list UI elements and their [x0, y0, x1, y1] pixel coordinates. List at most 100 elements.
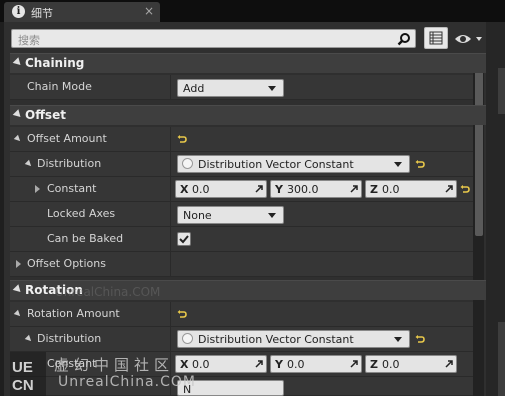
column-divider[interactable] [170, 202, 171, 226]
property-label: Chain Mode [27, 80, 92, 93]
property-row-rotation-distribution: Distribution Distribution Vector Constan… [10, 327, 473, 352]
class-radio-icon [182, 333, 193, 344]
dropdown-value: None [183, 209, 212, 222]
drag-handle-icon[interactable] [255, 185, 263, 193]
search-icon[interactable] [397, 32, 411, 46]
dropdown-value: Add [183, 82, 205, 95]
property-label: Constant [47, 182, 97, 195]
search-placeholder: 搜索 [18, 34, 40, 47]
reset-to-default-icon[interactable] [460, 184, 470, 194]
column-divider[interactable] [170, 227, 171, 251]
watermark-chinese-text: 虚幻中国社区 [54, 356, 175, 374]
svg-text:UE: UE [12, 359, 33, 376]
axis-value: 0.0 [287, 358, 305, 371]
drag-handle-icon[interactable] [350, 360, 358, 368]
axis-label: X [180, 183, 189, 196]
property-label: Can be Baked [47, 232, 124, 245]
drag-handle-icon[interactable] [350, 185, 358, 193]
collapse-arrow-icon [12, 109, 24, 120]
dropdown-value: Distribution Vector Constant [198, 333, 354, 346]
tab-title: 细节 [31, 7, 53, 20]
column-divider[interactable] [170, 302, 171, 326]
chevron-down-icon [394, 162, 402, 167]
chevron-down-icon [394, 337, 402, 342]
rotation-distribution-dropdown[interactable]: Distribution Vector Constant [177, 330, 410, 348]
close-icon[interactable]: × [144, 4, 154, 18]
right-edge-block [498, 68, 505, 114]
list-view-icon [429, 31, 443, 45]
property-row-chain-mode: Chain Mode Add [10, 75, 473, 100]
category-chaining[interactable]: Chaining [10, 53, 486, 73]
property-label: Rotation Amount [27, 307, 120, 320]
reset-to-default-icon[interactable] [415, 159, 425, 169]
right-edge [486, 22, 505, 396]
expand-arrow-icon[interactable] [16, 260, 21, 268]
scrollbar-thumb[interactable] [475, 56, 483, 236]
tab-bar: i 细节 × [0, 0, 505, 22]
axis-label: Y [275, 183, 283, 196]
axis-label: Z [370, 183, 378, 196]
vector-y-field[interactable]: Y 300.0 [270, 180, 362, 198]
can-be-baked-checkbox[interactable] [177, 232, 191, 246]
column-divider[interactable] [170, 75, 171, 99]
info-icon: i [12, 5, 25, 18]
watermark-english-text: UnrealChina.COM [58, 374, 196, 390]
search-input[interactable]: 搜索 [11, 29, 416, 48]
reset-to-default-icon[interactable] [177, 309, 187, 319]
column-divider[interactable] [170, 327, 171, 351]
column-divider[interactable] [170, 252, 171, 276]
right-edge-block [498, 322, 505, 396]
expand-arrow-icon[interactable] [35, 185, 40, 193]
locked-axes-dropdown[interactable]: None [177, 206, 284, 224]
axis-label: Y [275, 358, 283, 371]
column-divider[interactable] [170, 152, 171, 176]
property-row-constant: Constant X 0.0 Y 300.0 Z 0.0 [10, 177, 473, 202]
drag-handle-icon[interactable] [445, 185, 453, 193]
axis-value: 0.0 [382, 183, 400, 196]
property-row-distribution: Distribution Distribution Vector Constan… [10, 152, 473, 177]
property-row-locked-axes: Locked Axes None [10, 202, 473, 227]
svg-text:CN: CN [12, 377, 34, 394]
checkmark-icon [179, 235, 189, 244]
property-row-offset-options: Offset Options [10, 252, 473, 277]
visibility-eye-icon[interactable] [453, 31, 485, 47]
drag-handle-icon[interactable] [445, 360, 453, 368]
property-label: Distribution [37, 332, 102, 345]
property-label: Locked Axes [47, 207, 116, 220]
vector-y-field[interactable]: Y 0.0 [270, 355, 362, 373]
column-divider[interactable] [170, 127, 171, 151]
column-divider[interactable] [170, 177, 171, 201]
property-row-rotation-amount: Rotation Amount [10, 302, 473, 327]
chain-mode-dropdown[interactable]: Add [177, 79, 284, 97]
tab-details[interactable]: i 细节 × [4, 2, 160, 22]
axis-value: 0.0 [382, 358, 400, 371]
dropdown-value: Distribution Vector Constant [198, 158, 354, 171]
axis-value: 300.0 [287, 183, 319, 196]
expand-arrow-icon[interactable] [24, 159, 34, 169]
reset-to-default-icon[interactable] [415, 334, 425, 344]
collapse-arrow-icon [12, 57, 24, 68]
reset-to-default-icon[interactable] [177, 134, 187, 144]
category-label: Chaining [25, 56, 85, 70]
vector-x-field[interactable]: X 0.0 [175, 180, 267, 198]
vector-z-field[interactable]: Z 0.0 [365, 355, 457, 373]
axis-label: Z [370, 358, 378, 371]
property-label: Offset Amount [27, 132, 107, 145]
expand-arrow-icon[interactable] [13, 134, 23, 144]
property-row-can-be-baked: Can be Baked [10, 227, 473, 252]
drag-handle-icon[interactable] [255, 360, 263, 368]
category-label: Offset [25, 108, 66, 122]
vector-z-field[interactable]: Z 0.0 [365, 180, 457, 198]
view-options-button[interactable] [424, 27, 448, 49]
vector-x-field[interactable]: X 0.0 [175, 355, 267, 373]
uecn-logo: UE CN [10, 352, 46, 396]
watermark-faint-text: UnrealChina.COM [55, 285, 161, 299]
distribution-dropdown[interactable]: Distribution Vector Constant [177, 155, 410, 173]
expand-arrow-icon[interactable] [24, 334, 34, 344]
chevron-down-icon [268, 213, 276, 218]
axis-value: 0.0 [192, 358, 210, 371]
class-radio-icon [182, 158, 193, 169]
expand-arrow-icon[interactable] [13, 309, 23, 319]
category-offset[interactable]: Offset [10, 105, 486, 125]
property-label: Offset Options [27, 257, 106, 270]
